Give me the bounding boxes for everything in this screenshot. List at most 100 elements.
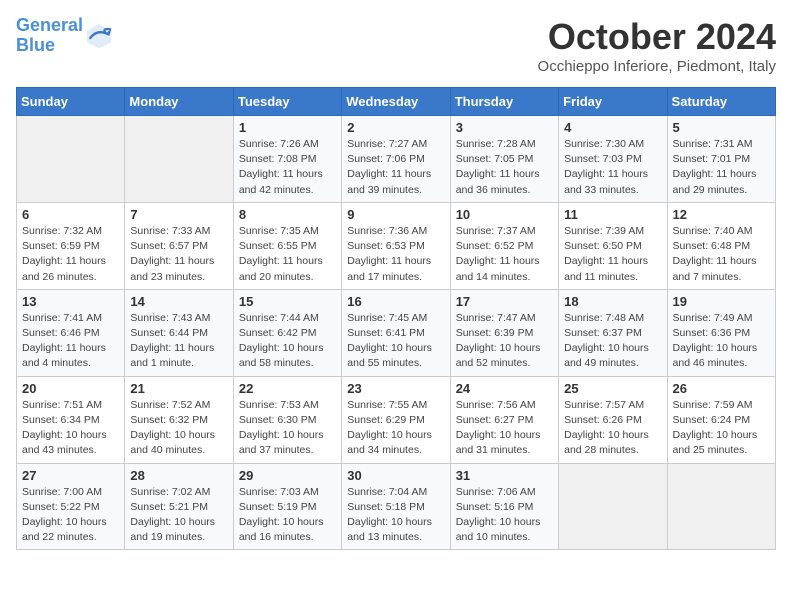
day-info: Sunrise: 7:31 AM Sunset: 7:01 PM Dayligh… <box>673 137 770 198</box>
day-info: Sunrise: 7:37 AM Sunset: 6:52 PM Dayligh… <box>456 224 553 285</box>
day-number: 28 <box>130 468 227 483</box>
day-number: 13 <box>22 294 119 309</box>
day-number: 3 <box>456 120 553 135</box>
day-info: Sunrise: 7:51 AM Sunset: 6:34 PM Dayligh… <box>22 398 119 459</box>
day-info: Sunrise: 7:00 AM Sunset: 5:22 PM Dayligh… <box>22 485 119 546</box>
day-number: 31 <box>456 468 553 483</box>
calendar-cell: 19Sunrise: 7:49 AM Sunset: 6:36 PM Dayli… <box>667 289 775 376</box>
calendar-cell: 15 Sunrise: 7:44 AM Sunset: 6:42 PM Dayli… <box>233 289 341 376</box>
calendar-cell: 26 Sunrise: 7:59 AM Sunset: 6:24 PM Dayli… <box>667 376 775 463</box>
calendar-cell: 2Sunrise: 7:27 AM Sunset: 7:06 PM Daylig… <box>342 116 450 203</box>
calendar-cell: 6 Sunrise: 7:32 AM Sunset: 6:59 PM Daylig… <box>17 202 125 289</box>
calendar-cell: 12Sunrise: 7:40 AM Sunset: 6:48 PM Dayli… <box>667 202 775 289</box>
day-number: 15 <box>239 294 336 309</box>
calendar-cell: 22 Sunrise: 7:53 AM Sunset: 6:30 PM Dayli… <box>233 376 341 463</box>
day-info: Sunrise: 7:52 AM Sunset: 6:32 PM Dayligh… <box>130 398 227 459</box>
day-number: 11 <box>564 207 661 222</box>
calendar-cell: 3 Sunrise: 7:28 AM Sunset: 7:05 PM Daylig… <box>450 116 558 203</box>
calendar-cell <box>559 463 667 550</box>
calendar-cell: 18 Sunrise: 7:48 AM Sunset: 6:37 PM Dayli… <box>559 289 667 376</box>
day-info: Sunrise: 7:43 AM Sunset: 6:44 PM Dayligh… <box>130 311 227 372</box>
weekday-header-cell: Monday <box>125 88 233 116</box>
calendar-cell: 24 Sunrise: 7:56 AM Sunset: 6:27 PM Dayli… <box>450 376 558 463</box>
day-info: Sunrise: 7:47 AM Sunset: 6:39 PM Dayligh… <box>456 311 553 372</box>
calendar-cell: 21 Sunrise: 7:52 AM Sunset: 6:32 PM Dayli… <box>125 376 233 463</box>
day-number: 1 <box>239 120 336 135</box>
calendar-week-row: 20 Sunrise: 7:51 AM Sunset: 6:34 PM Dayli… <box>17 376 776 463</box>
day-info: Sunrise: 7:39 AM Sunset: 6:50 PM Dayligh… <box>564 224 661 285</box>
calendar-week-row: 13 Sunrise: 7:41 AM Sunset: 6:46 PM Dayli… <box>17 289 776 376</box>
calendar-table: SundayMondayTuesdayWednesdayThursdayFrid… <box>16 87 776 550</box>
calendar-cell: 5 Sunrise: 7:31 AM Sunset: 7:01 PM Daylig… <box>667 116 775 203</box>
logo-text: General Blue <box>16 16 83 56</box>
calendar-cell: 29Sunrise: 7:03 AM Sunset: 5:19 PM Dayli… <box>233 463 341 550</box>
day-info: Sunrise: 7:59 AM Sunset: 6:24 PM Dayligh… <box>673 398 770 459</box>
calendar-cell: 14 Sunrise: 7:43 AM Sunset: 6:44 PM Dayli… <box>125 289 233 376</box>
page-header: General Blue October 2024 Occhieppo Infe… <box>16 16 776 75</box>
title-block: October 2024 Occhieppo Inferiore, Piedmo… <box>538 16 776 75</box>
day-number: 10 <box>456 207 553 222</box>
calendar-cell: 28 Sunrise: 7:02 AM Sunset: 5:21 PM Dayli… <box>125 463 233 550</box>
calendar-cell <box>17 116 125 203</box>
calendar-cell: 8Sunrise: 7:35 AM Sunset: 6:55 PM Daylig… <box>233 202 341 289</box>
day-number: 18 <box>564 294 661 309</box>
day-info: Sunrise: 7:26 AM Sunset: 7:08 PM Dayligh… <box>239 137 336 198</box>
calendar-cell: 25Sunrise: 7:57 AM Sunset: 6:26 PM Dayli… <box>559 376 667 463</box>
day-number: 14 <box>130 294 227 309</box>
day-info: Sunrise: 7:06 AM Sunset: 5:16 PM Dayligh… <box>456 485 553 546</box>
day-info: Sunrise: 7:44 AM Sunset: 6:42 PM Dayligh… <box>239 311 336 372</box>
day-number: 27 <box>22 468 119 483</box>
day-info: Sunrise: 7:36 AM Sunset: 6:53 PM Dayligh… <box>347 224 444 285</box>
day-number: 19 <box>673 294 770 309</box>
day-number: 8 <box>239 207 336 222</box>
month-title: October 2024 <box>538 16 776 58</box>
day-number: 2 <box>347 120 444 135</box>
calendar-cell: 9 Sunrise: 7:36 AM Sunset: 6:53 PM Daylig… <box>342 202 450 289</box>
calendar-cell: 27 Sunrise: 7:00 AM Sunset: 5:22 PM Dayli… <box>17 463 125 550</box>
calendar-cell <box>667 463 775 550</box>
day-info: Sunrise: 7:04 AM Sunset: 5:18 PM Dayligh… <box>347 485 444 546</box>
weekday-header-cell: Friday <box>559 88 667 116</box>
calendar-cell <box>125 116 233 203</box>
day-info: Sunrise: 7:30 AM Sunset: 7:03 PM Dayligh… <box>564 137 661 198</box>
day-number: 25 <box>564 381 661 396</box>
day-info: Sunrise: 7:45 AM Sunset: 6:41 PM Dayligh… <box>347 311 444 372</box>
calendar-cell: 7Sunrise: 7:33 AM Sunset: 6:57 PM Daylig… <box>125 202 233 289</box>
weekday-header-cell: Tuesday <box>233 88 341 116</box>
day-number: 20 <box>22 381 119 396</box>
day-number: 30 <box>347 468 444 483</box>
day-number: 9 <box>347 207 444 222</box>
location: Occhieppo Inferiore, Piedmont, Italy <box>538 58 776 75</box>
day-number: 5 <box>673 120 770 135</box>
day-number: 23 <box>347 381 444 396</box>
calendar-week-row: 27 Sunrise: 7:00 AM Sunset: 5:22 PM Dayli… <box>17 463 776 550</box>
day-info: Sunrise: 7:55 AM Sunset: 6:29 PM Dayligh… <box>347 398 444 459</box>
calendar-cell: 17 Sunrise: 7:47 AM Sunset: 6:39 PM Dayli… <box>450 289 558 376</box>
calendar-cell: 31 Sunrise: 7:06 AM Sunset: 5:16 PM Dayli… <box>450 463 558 550</box>
day-info: Sunrise: 7:32 AM Sunset: 6:59 PM Dayligh… <box>22 224 119 285</box>
day-info: Sunrise: 7:48 AM Sunset: 6:37 PM Dayligh… <box>564 311 661 372</box>
day-info: Sunrise: 7:02 AM Sunset: 5:21 PM Dayligh… <box>130 485 227 546</box>
calendar-cell: 10 Sunrise: 7:37 AM Sunset: 6:52 PM Dayli… <box>450 202 558 289</box>
day-info: Sunrise: 7:28 AM Sunset: 7:05 PM Dayligh… <box>456 137 553 198</box>
day-info: Sunrise: 7:33 AM Sunset: 6:57 PM Dayligh… <box>130 224 227 285</box>
calendar-cell: 30 Sunrise: 7:04 AM Sunset: 5:18 PM Dayli… <box>342 463 450 550</box>
calendar-week-row: 6 Sunrise: 7:32 AM Sunset: 6:59 PM Daylig… <box>17 202 776 289</box>
day-info: Sunrise: 7:41 AM Sunset: 6:46 PM Dayligh… <box>22 311 119 372</box>
calendar-cell: 1 Sunrise: 7:26 AM Sunset: 7:08 PM Daylig… <box>233 116 341 203</box>
day-number: 24 <box>456 381 553 396</box>
day-number: 17 <box>456 294 553 309</box>
calendar-cell: 20 Sunrise: 7:51 AM Sunset: 6:34 PM Dayli… <box>17 376 125 463</box>
weekday-header-cell: Thursday <box>450 88 558 116</box>
day-number: 12 <box>673 207 770 222</box>
day-info: Sunrise: 7:56 AM Sunset: 6:27 PM Dayligh… <box>456 398 553 459</box>
logo-icon <box>85 22 113 50</box>
day-number: 26 <box>673 381 770 396</box>
day-info: Sunrise: 7:53 AM Sunset: 6:30 PM Dayligh… <box>239 398 336 459</box>
day-number: 22 <box>239 381 336 396</box>
day-number: 16 <box>347 294 444 309</box>
calendar-cell: 11 Sunrise: 7:39 AM Sunset: 6:50 PM Dayli… <box>559 202 667 289</box>
calendar-cell: 13 Sunrise: 7:41 AM Sunset: 6:46 PM Dayli… <box>17 289 125 376</box>
day-number: 6 <box>22 207 119 222</box>
day-number: 21 <box>130 381 227 396</box>
